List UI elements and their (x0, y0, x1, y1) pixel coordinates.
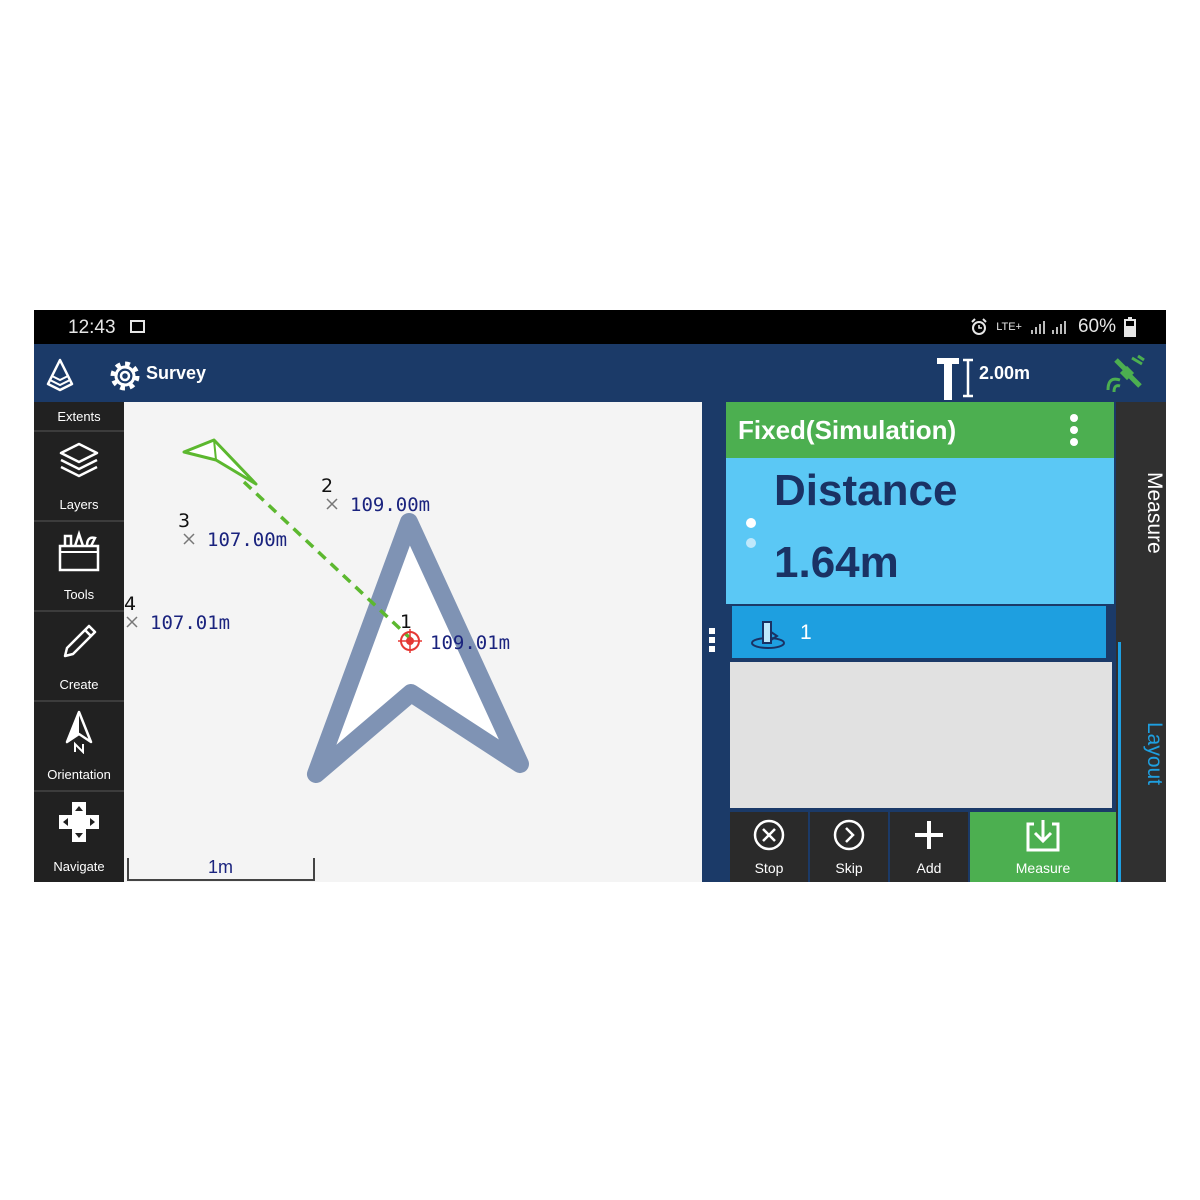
metric-display[interactable]: Distance 1.64m (726, 458, 1114, 604)
toolbar-layers[interactable]: Layers (34, 432, 124, 522)
toolbar-create-label: Create (59, 677, 99, 692)
toolbar-navigate[interactable]: Navigate (34, 792, 124, 882)
survey-mode-button[interactable]: Survey (146, 363, 206, 384)
image-icon (130, 320, 145, 333)
point-marker-4 (126, 616, 138, 628)
measure-panel: Fixed(Simulation) Distance 1.64m 1 Stop (724, 402, 1116, 882)
point-marker-2 (326, 498, 338, 510)
status-time: 12:43 (68, 317, 116, 338)
left-toolbar: Extents Layers Tools Create Orientation … (34, 402, 124, 882)
add-button-label: Add (916, 860, 942, 876)
device-screen: 12:43 LTE+ 60% Survey 2.00m Extents Laye… (34, 310, 1166, 882)
gear-icon[interactable] (108, 359, 142, 393)
scale-bar-label: 1m (208, 857, 234, 877)
selected-point-row[interactable]: 1 (730, 604, 1108, 660)
layers-icon (59, 442, 99, 478)
point-number-2: 2 (321, 475, 334, 497)
close-circle-icon (753, 819, 785, 851)
toolbox-icon (58, 530, 100, 572)
panel-resize-handle[interactable] (702, 402, 724, 882)
current-position-icon (182, 438, 258, 486)
toolbar-tools[interactable]: Tools (34, 522, 124, 612)
side-tabs: Measure Layout (1116, 402, 1166, 882)
status-bar: 12:43 LTE+ 60% (34, 310, 1166, 344)
point-label-1: 109.01m (430, 632, 511, 654)
page-indicator-inactive (746, 538, 756, 548)
network-label: LTE+ (996, 321, 1022, 333)
survey-pole-icon[interactable] (934, 354, 976, 400)
stakeout-point-icon (751, 621, 785, 649)
stop-button-label: Stop (754, 860, 784, 876)
skip-button[interactable]: Skip (810, 812, 888, 882)
toolbar-extents-label: Extents (57, 409, 101, 424)
point-number-4: 4 (124, 593, 137, 615)
point-label-3: 107.00m (207, 529, 288, 551)
pencil-icon (63, 624, 97, 658)
add-button[interactable]: Add (890, 812, 968, 882)
metric-name: Distance (774, 466, 958, 515)
drag-handle-icon (709, 628, 717, 655)
point-list-area[interactable] (730, 662, 1112, 808)
skip-button-label: Skip (835, 860, 863, 876)
gnss-status-title: Fixed(Simulation) (738, 415, 957, 445)
plus-icon (915, 821, 943, 849)
measure-button-label: Measure (1015, 860, 1071, 876)
status-indicators: LTE+ 60% (970, 316, 1136, 338)
map-canvas (126, 438, 529, 881)
toolbar-extents[interactable]: Extents (34, 402, 124, 432)
satellite-icon[interactable] (1104, 354, 1148, 396)
pole-height-value[interactable]: 2.00m (979, 363, 1030, 384)
app-bar: Survey 2.00m (34, 344, 1166, 402)
point-marker-3 (183, 533, 195, 545)
point-number-1: 1 (400, 611, 413, 633)
battery-percent: 60% (1077, 316, 1116, 337)
toolbar-orientation[interactable]: Orientation (34, 702, 124, 792)
tab-layout[interactable]: Layout (1116, 722, 1166, 785)
north-arrow-icon (65, 710, 93, 754)
measure-button[interactable]: Measure (970, 812, 1116, 882)
gnss-status-header: Fixed(Simulation) (726, 402, 1114, 458)
point-label-4: 107.01m (150, 612, 231, 634)
toolbar-create[interactable]: Create (34, 612, 124, 702)
app-logo-icon[interactable] (42, 358, 78, 394)
measure-download-icon (1026, 820, 1060, 852)
toolbar-navigate-label: Navigate (53, 859, 105, 874)
toolbar-orientation-label: Orientation (47, 767, 111, 782)
selected-point-id: 1 (800, 621, 812, 644)
tab-measure[interactable]: Measure (1116, 472, 1166, 554)
toolbar-tools-label: Tools (63, 587, 95, 602)
battery-icon (1124, 317, 1136, 337)
point-label-2: 109.00m (350, 494, 431, 516)
map-view[interactable]: 2 109.00m 3 107.00m 4 107.01m 1 109.01m … (124, 402, 702, 882)
metric-value: 1.64m (774, 538, 899, 587)
page-indicator-active (746, 518, 756, 528)
toolbar-layers-label: Layers (59, 497, 99, 512)
point-number-3: 3 (178, 510, 191, 532)
dpad-icon (59, 802, 99, 842)
chevron-right-circle-icon (833, 819, 865, 851)
overflow-menu-icon[interactable] (1070, 414, 1080, 450)
signal-icon (1030, 321, 1066, 334)
alarm-icon (971, 318, 987, 335)
stop-button[interactable]: Stop (730, 812, 808, 882)
